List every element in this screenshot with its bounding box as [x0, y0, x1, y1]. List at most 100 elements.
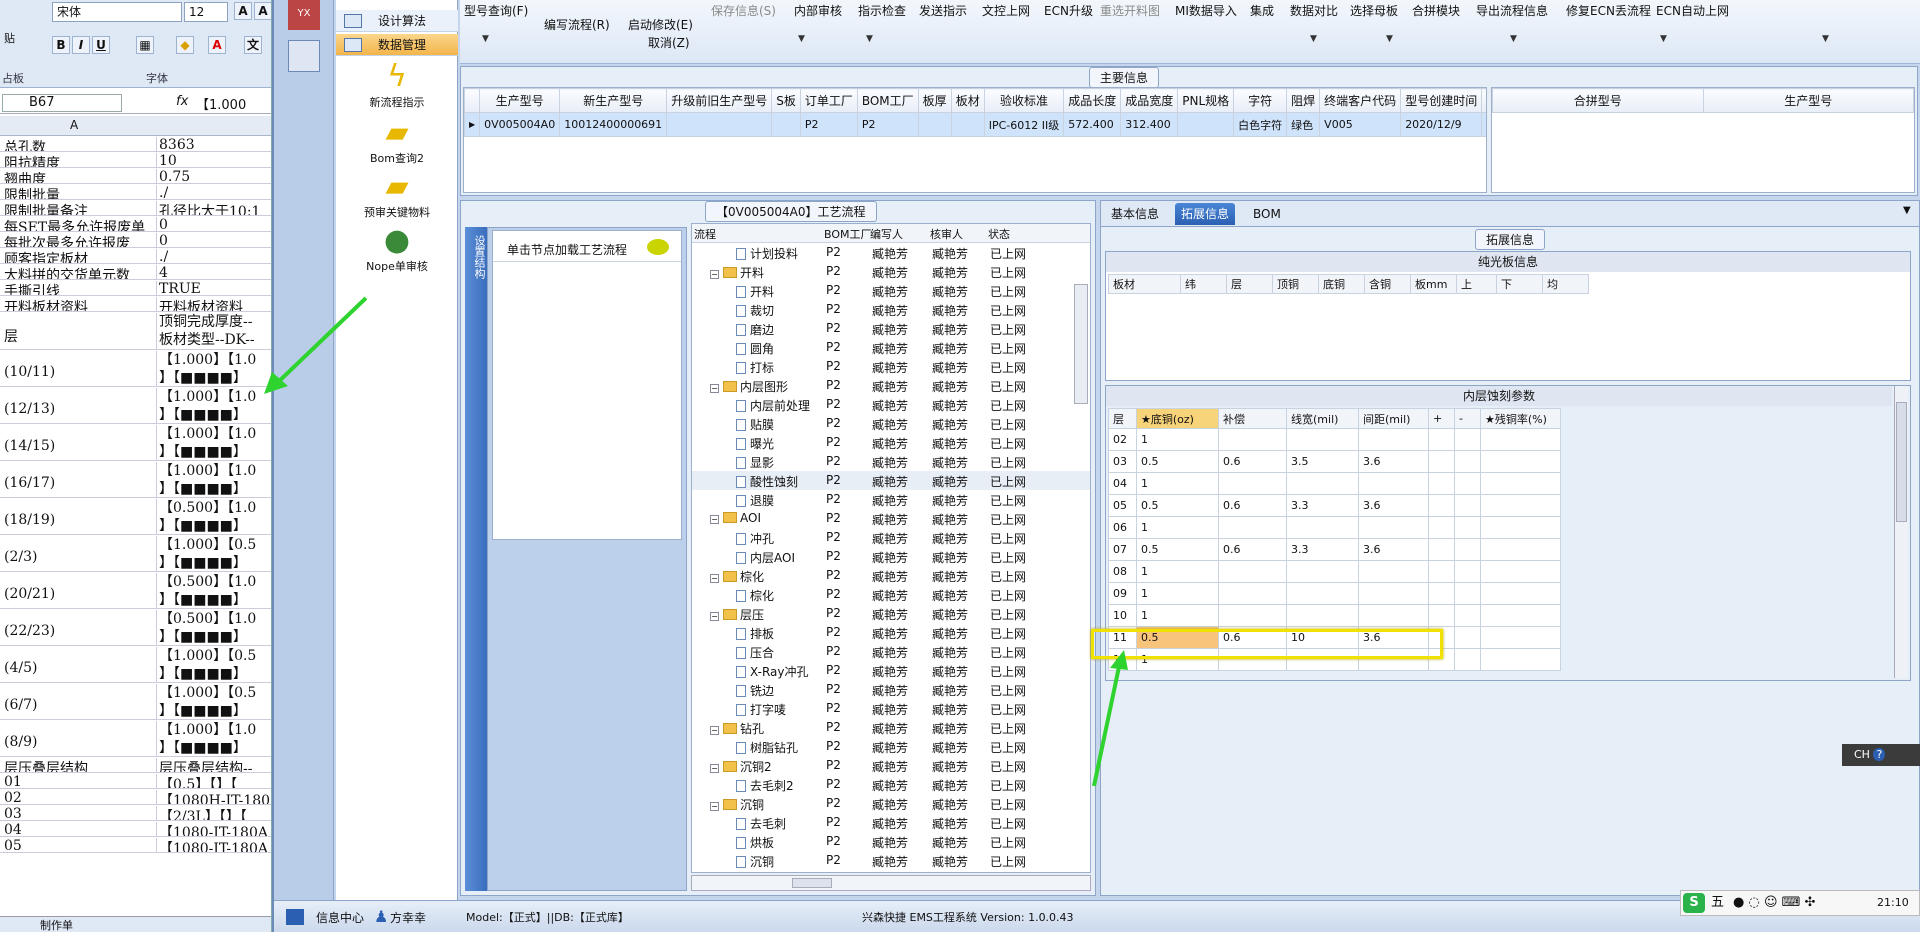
- inner-cell[interactable]: 0.5: [1136, 450, 1219, 473]
- cell-a[interactable]: 总孔数: [4, 137, 154, 151]
- inner-cell[interactable]: 3.3: [1286, 538, 1359, 561]
- pure-col-header[interactable]: 底铜: [1318, 274, 1365, 294]
- cell-b[interactable]: 4: [156, 265, 168, 279]
- flow-node[interactable]: 磨边 P2 臧艳芳 臧艳芳 已上网: [692, 319, 1090, 338]
- ime-bar[interactable]: S 五 ● ◌ ☺ ⌨ ✣ 21:10: [1680, 890, 1920, 916]
- inner-cell[interactable]: [1286, 604, 1359, 627]
- font-size-select[interactable]: 12: [184, 2, 228, 22]
- toolbar-item-12[interactable]: 集成: [1250, 2, 1274, 19]
- flow-node[interactable]: − 开料 P2 臧艳芳 臧艳芳 已上网: [692, 262, 1090, 281]
- fill-color-icon[interactable]: ◆: [176, 36, 194, 54]
- inner-col-header[interactable]: ★底铜(oz): [1136, 408, 1219, 429]
- inner-cell[interactable]: 3.6: [1358, 450, 1429, 473]
- inner-col-header[interactable]: -: [1454, 408, 1481, 429]
- cell-b[interactable]: 【1080-IT-180A: [156, 822, 268, 836]
- dropdown-arrow-icon[interactable]: ▼: [798, 34, 805, 44]
- inner-cell[interactable]: [1428, 604, 1455, 627]
- main-cell[interactable]: 312.400: [1120, 112, 1179, 137]
- cell-a[interactable]: 阻抗精度: [4, 153, 154, 167]
- cell-a[interactable]: 层: [4, 326, 154, 346]
- inner-cell[interactable]: 3.3: [1286, 494, 1359, 517]
- cell-b[interactable]: 【0.500】【1.0 】【■■■■】: [156, 499, 256, 534]
- collapse-icon[interactable]: −: [710, 726, 719, 735]
- nav-item-design[interactable]: 设计算法: [336, 10, 458, 32]
- sheet-row[interactable]: 手撕引线 TRUE: [0, 280, 271, 296]
- inner-cell[interactable]: [1286, 472, 1359, 495]
- cell-a[interactable]: (4/5): [4, 660, 154, 676]
- inner-cell[interactable]: [1358, 472, 1429, 495]
- pure-col-header[interactable]: 上: [1456, 274, 1497, 294]
- inner-cell[interactable]: [1480, 604, 1561, 627]
- inner-cell[interactable]: [1454, 450, 1481, 473]
- sheet-row[interactable]: (20/21) 【0.500】【1.0 】【■■■■】: [0, 572, 271, 609]
- inner-cell[interactable]: [1454, 538, 1481, 561]
- main-cell[interactable]: [1481, 112, 1486, 137]
- inner-etch-row[interactable]: 02 1: [1108, 428, 1561, 451]
- flow-col-header[interactable]: 流程: [694, 226, 716, 242]
- flow-node[interactable]: 沉铜 P2 臧艳芳 臧艳芳 已上网: [692, 851, 1090, 870]
- sheet-row[interactable]: (8/9) 【1.000】【1.0 】【■■■■】: [0, 720, 271, 757]
- dropdown-arrow-icon[interactable]: ▼: [1310, 34, 1317, 44]
- cell-b[interactable]: 顶铜完成厚度-- 板材类型--DK--: [156, 313, 255, 349]
- main-cell[interactable]: 0V005004A0: [479, 112, 561, 137]
- nav-nope-review[interactable]: ● Nope单审核: [336, 224, 458, 274]
- cell-a[interactable]: 开料板材资料: [4, 297, 154, 311]
- inner-etch-row[interactable]: 04 1: [1108, 472, 1561, 495]
- inner-cell[interactable]: [1358, 516, 1429, 539]
- inner-cell[interactable]: [1218, 516, 1287, 539]
- grow-font-icon[interactable]: A: [234, 2, 252, 20]
- toolbar-item-17[interactable]: 修复ECN丢流程: [1566, 2, 1651, 19]
- cell-b[interactable]: 【1.000】【0.5 】【■■■■】: [156, 684, 256, 719]
- cell-a[interactable]: (18/19): [4, 512, 154, 528]
- wen-icon[interactable]: 文: [244, 36, 262, 54]
- inner-cell[interactable]: [1286, 582, 1359, 605]
- cell-b[interactable]: 0: [156, 233, 168, 247]
- inner-cell[interactable]: [1428, 494, 1455, 517]
- inner-cell[interactable]: 0.6: [1218, 494, 1287, 517]
- sheet-row[interactable]: 01 【0.5】【】【: [0, 773, 271, 789]
- flow-col-header[interactable]: 编写人: [870, 226, 903, 242]
- inner-cell[interactable]: 09: [1108, 582, 1137, 605]
- dropdown-arrow-icon[interactable]: ▼: [1386, 34, 1393, 44]
- sheet-row[interactable]: (10/11) 【1.000】【1.0 】【■■■■】: [0, 350, 271, 387]
- main-col-header[interactable]: S板: [771, 88, 801, 113]
- inner-cell[interactable]: [1428, 560, 1455, 583]
- cell-b[interactable]: ./: [156, 249, 168, 263]
- flow-hscroll[interactable]: [691, 875, 1091, 891]
- main-col-header[interactable]: 终端客户代码: [1319, 88, 1402, 113]
- cell-b[interactable]: 【1.000】【0.5 】【■■■■】: [156, 647, 256, 682]
- inner-cell[interactable]: 02: [1108, 428, 1137, 451]
- flow-node[interactable]: 去毛刺2 P2 臧艳芳 臧艳芳 已上网: [692, 775, 1090, 794]
- side-tab-structure[interactable]: 设置结构: [465, 227, 487, 891]
- tab-extended[interactable]: 拓展信息: [1175, 203, 1236, 225]
- toolbar-item-4[interactable]: 保存信息(S): [711, 2, 776, 19]
- help-icon[interactable]: ?: [1873, 748, 1886, 761]
- sheet-row[interactable]: 层压叠层结构 层压叠层结构--: [0, 757, 271, 773]
- inner-etch-row[interactable]: 09 1: [1108, 582, 1561, 605]
- inner-cell[interactable]: 3.6: [1358, 494, 1429, 517]
- cell-b[interactable]: 【1.000】【1.0 】【■■■■】: [156, 462, 256, 497]
- calculator-icon[interactable]: [288, 40, 320, 72]
- flow-node[interactable]: 裁切 P2 臧艳芳 臧艳芳 已上网: [692, 300, 1090, 319]
- main-col-header[interactable]: 板材: [950, 88, 985, 113]
- sheet-row[interactable]: 03 【2/3L】【】【: [0, 805, 271, 821]
- sheet-row[interactable]: 层顶铜完成厚度-- 板材类型--DK--: [0, 312, 271, 350]
- flow-node[interactable]: 排板 P2 臧艳芳 臧艳芳 已上网: [692, 623, 1090, 642]
- flow-node[interactable]: 打标 P2 臧艳芳 臧艳芳 已上网: [692, 357, 1090, 376]
- flow-node[interactable]: 冲孔 P2 臧艳芳 臧艳芳 已上网: [692, 528, 1090, 547]
- pure-col-header[interactable]: 顶铜: [1272, 274, 1319, 294]
- inner-cell[interactable]: [1428, 516, 1455, 539]
- main-col-header[interactable]: 字符: [1233, 88, 1288, 113]
- collapse-icon[interactable]: −: [710, 612, 719, 621]
- inner-etch-row[interactable]: 10 1: [1108, 604, 1561, 627]
- cell-b[interactable]: 开料板材资料: [156, 297, 243, 311]
- cell-b[interactable]: 【1.000】【1.0 】【■■■■】: [156, 721, 256, 756]
- main-cell[interactable]: 绿色: [1286, 112, 1321, 137]
- inner-cell[interactable]: [1218, 560, 1287, 583]
- sheet-row[interactable]: 04 【1080-IT-180A: [0, 821, 271, 837]
- tab-bom[interactable]: BOM: [1247, 203, 1287, 225]
- inner-cell[interactable]: [1480, 582, 1561, 605]
- sheet-row[interactable]: 每批次最多允许报废 0: [0, 232, 271, 248]
- underline-button[interactable]: U: [92, 36, 110, 54]
- flow-col-header[interactable]: 状态: [988, 226, 1010, 242]
